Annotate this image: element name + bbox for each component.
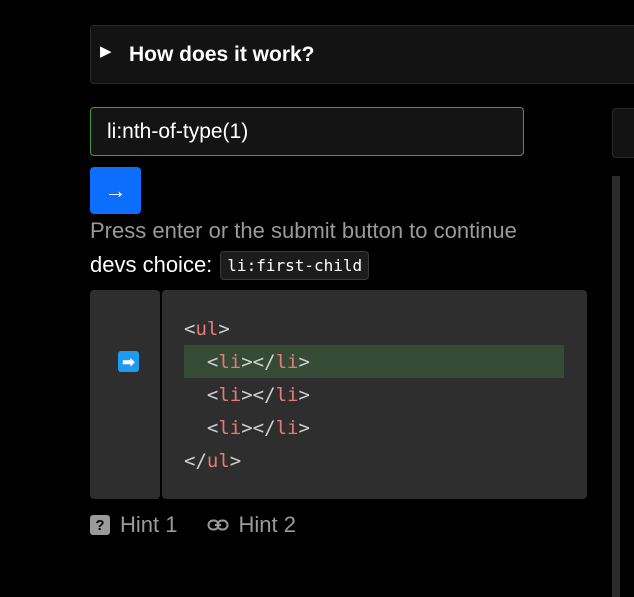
code-punctuation bbox=[184, 384, 207, 406]
code-punctuation: < bbox=[206, 416, 219, 439]
details-summary[interactable]: How does it work? bbox=[129, 43, 315, 67]
code-tag-name: li bbox=[275, 383, 299, 406]
devs-choice: devs choice: li:first-child bbox=[90, 250, 370, 280]
code-line: < ul > bbox=[184, 312, 230, 345]
code-punctuation: > bbox=[298, 416, 310, 439]
submit-button[interactable]: → bbox=[90, 167, 141, 214]
code-punctuation: ></ bbox=[241, 383, 276, 406]
code-tag-name: ul bbox=[195, 317, 219, 340]
side-panel bbox=[612, 108, 634, 158]
hint-1-label: Hint 1 bbox=[120, 512, 178, 537]
code-punctuation: ></ bbox=[241, 416, 276, 439]
help-icon: ? bbox=[90, 515, 110, 535]
code-punctuation: < bbox=[184, 317, 196, 340]
code-punctuation: </ bbox=[184, 449, 207, 472]
how-it-works-details[interactable]: ▶ How does it work? bbox=[90, 25, 634, 84]
code-line-highlighted: < li ></li > bbox=[184, 345, 564, 378]
code-punctuation: > bbox=[229, 449, 242, 472]
code-punctuation bbox=[184, 351, 207, 373]
hint-2-label: Hint 2 bbox=[238, 512, 296, 537]
code-line: </ul > bbox=[184, 444, 241, 477]
side-scrollbar[interactable] bbox=[612, 176, 620, 597]
code-gutter bbox=[90, 290, 160, 499]
code-tag-name: ul bbox=[206, 449, 230, 472]
code-punctuation: > bbox=[298, 350, 310, 373]
code-punctuation: > bbox=[298, 383, 310, 406]
code-punctuation: < bbox=[206, 383, 219, 406]
code-tag-name: li bbox=[275, 416, 299, 439]
devs-choice-label: devs choice: bbox=[90, 252, 213, 277]
code-punctuation: > bbox=[218, 317, 230, 340]
hint-2-button[interactable]: Hint 2 bbox=[207, 512, 296, 538]
link-icon bbox=[207, 519, 229, 531]
code-line: < li ></li > bbox=[184, 411, 310, 444]
code-punctuation: < bbox=[206, 350, 219, 373]
arrow-right-icon: ➡ bbox=[118, 351, 139, 372]
instructions-text: Press enter or the submit button to cont… bbox=[90, 218, 517, 243]
code-tag-name: li bbox=[218, 383, 242, 406]
devs-choice-code: li:first-child bbox=[220, 250, 370, 280]
selector-answer-input[interactable] bbox=[90, 107, 524, 156]
hints-bar: ? Hint 1 Hint 2 bbox=[90, 512, 296, 538]
code-punctuation bbox=[184, 417, 207, 439]
code-punctuation: ></ bbox=[241, 350, 276, 373]
code-tag-name: li bbox=[218, 416, 242, 439]
code-line: < li ></li > bbox=[184, 378, 310, 411]
code-tag-name: li bbox=[275, 350, 299, 373]
code-tag-name: li bbox=[218, 350, 242, 373]
disclosure-triangle-icon[interactable]: ▶ bbox=[100, 42, 112, 60]
hint-1-button[interactable]: ? Hint 1 bbox=[90, 512, 177, 538]
arrow-right-icon: → bbox=[104, 177, 127, 203]
